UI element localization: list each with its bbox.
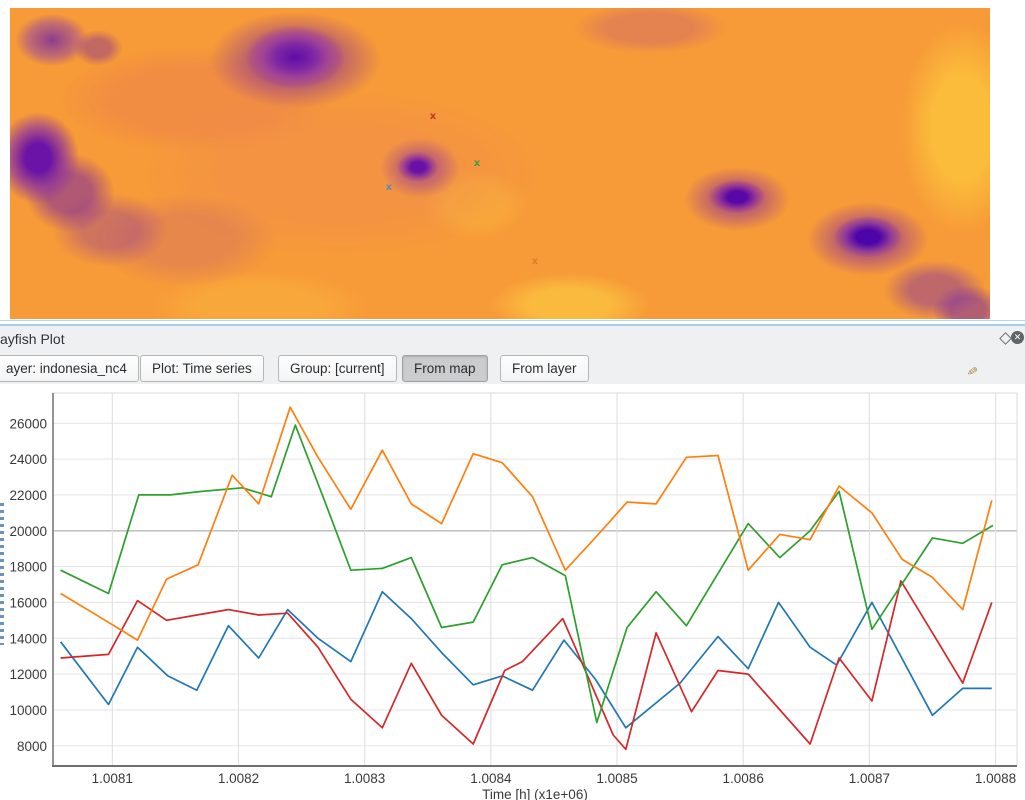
plot-toolbar: ayer: indonesia_nc4 Plot: Time series Gr… <box>0 352 1025 384</box>
map-marker-red: x <box>430 112 436 122</box>
panel-splitter[interactable] <box>0 319 1025 327</box>
raster-map-canvas[interactable] <box>10 8 990 319</box>
series-line-red <box>61 581 992 749</box>
layer-button[interactable]: ayer: indonesia_nc4 <box>0 355 139 382</box>
y-tick-label: 12000 <box>9 667 47 682</box>
plot-canvas[interactable]: 8000 10000 12000 14000 16000 18000 20000 22000 2… <box>0 384 1025 800</box>
x-tick-label: 1.0081 <box>92 771 133 786</box>
x-tick-label: 1.0087 <box>849 771 890 786</box>
y-tick-label: 10000 <box>9 703 47 718</box>
y-tick-label: 14000 <box>9 631 47 646</box>
y-tick-label: 16000 <box>9 595 47 610</box>
x-tick-label: 1.0088 <box>975 771 1016 786</box>
plot-type-button[interactable]: Plot: Time series <box>140 355 264 382</box>
x-tick-label: 1.0082 <box>218 771 259 786</box>
x-axis-title: Time [h] (x1e+06) <box>482 787 588 800</box>
time-series-chart[interactable]: 8000 10000 12000 14000 16000 18000 20000 22000 2… <box>0 384 1025 800</box>
group-button[interactable]: Group: [current] <box>278 355 397 382</box>
panel-title: ayfish Plot <box>0 331 65 347</box>
y-tick-label: 22000 <box>9 488 47 503</box>
crayfish-plot-window: { "map": { "colors": { "background_orang… <box>0 0 1025 800</box>
series-line-blue <box>61 592 992 728</box>
map-marker-green: x <box>474 159 480 169</box>
y-axis-label-clipped <box>0 503 4 645</box>
map-marker-blue: x <box>386 183 392 193</box>
from-map-button[interactable]: From map <box>402 355 488 382</box>
x-tick-label: 1.0085 <box>596 771 637 786</box>
y-tick-label: 20000 <box>9 524 47 539</box>
from-layer-button[interactable]: From layer <box>500 355 589 382</box>
series-line-green <box>61 425 993 722</box>
y-tick-label: 26000 <box>9 416 47 431</box>
x-tick-label: 1.0084 <box>470 771 512 786</box>
y-tick-label: 24000 <box>9 452 47 467</box>
series-line-orange <box>61 407 992 640</box>
x-tick-label: 1.0083 <box>344 771 385 786</box>
close-icon[interactable]: ✕ <box>1011 331 1024 344</box>
map-marker-orange: x <box>532 257 538 267</box>
dock-titlebar: ayfish Plot <box>0 327 1025 352</box>
y-tick-label: 18000 <box>9 560 47 575</box>
x-tick-label: 1.0086 <box>723 771 764 786</box>
y-tick-label: 8000 <box>17 739 47 754</box>
map-view: x x x x <box>0 0 1025 319</box>
